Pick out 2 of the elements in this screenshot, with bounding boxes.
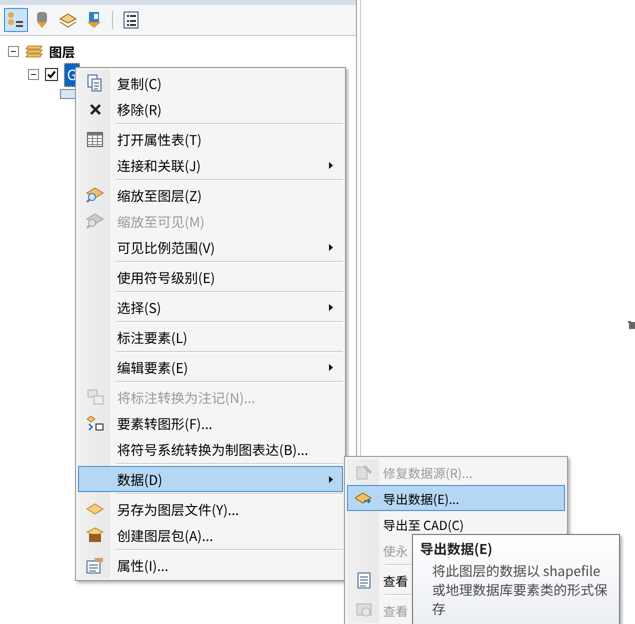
tooltip-title: 导出数据(E) [420, 539, 494, 557]
tooltip-text: 将此图层的数据以 shapefile 或地理数据库要素类的形式保存 [431, 561, 608, 618]
